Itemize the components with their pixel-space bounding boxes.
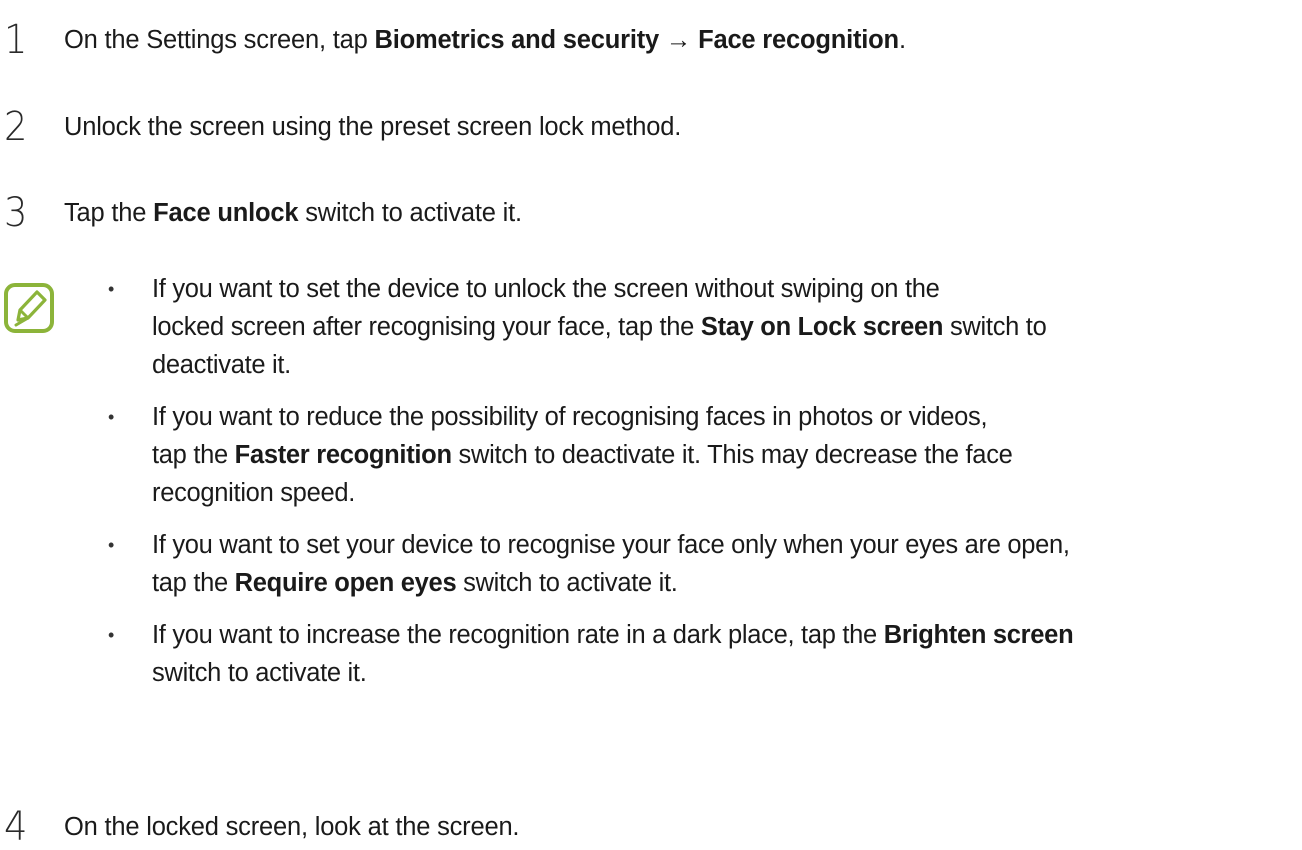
note-pencil-icon (4, 283, 54, 333)
menu-path-face-recognition: Face recognition (698, 26, 899, 54)
stay-on-lock-screen-label: Stay on Lock screen (700, 313, 944, 341)
face-unlock-label: Face unlock (153, 199, 299, 227)
bullet: • (108, 279, 115, 299)
list-item: • If you want to set your device to reco… (100, 526, 1300, 602)
list-item-line: locked screen after recognising your fac… (152, 313, 1047, 341)
step-text: Tap the Face unlock switch to activate i… (64, 199, 522, 227)
bullet: • (108, 625, 115, 645)
step-text: On the Settings screen, tap Biometrics a… (64, 26, 906, 54)
step-number: 1 (4, 17, 28, 63)
list-item-line: recognition speed. (152, 479, 355, 507)
require-open-eyes-label: Require open eyes (234, 569, 457, 597)
list-item-line: tap the Require open eyes switch to acti… (152, 569, 678, 597)
list-item-line: If you want to reduce the possibility of… (152, 403, 988, 431)
faster-recognition-label: Faster recognition (234, 441, 452, 469)
list-item-line: If you want to increase the recognition … (152, 621, 1074, 649)
list-item: • If you want to reduce the possibility … (100, 398, 1300, 512)
step-text: On the locked screen, look at the screen… (64, 813, 520, 841)
list-item-line: deactivate it. (152, 351, 291, 379)
step-text: Unlock the screen using the preset scree… (64, 113, 682, 141)
bullet: • (108, 535, 115, 555)
list-item: • If you want to increase the recognitio… (100, 616, 1300, 692)
step-number: 2 (4, 104, 28, 150)
list-item-line: If you want to set your device to recogn… (152, 531, 1070, 559)
list-item-line: tap the Faster recognition switch to dea… (152, 441, 1013, 469)
list-item-line: switch to activate it. (152, 659, 367, 687)
list-item-line: If you want to set the device to unlock … (152, 275, 940, 303)
list-item: • If you want to set the device to unloc… (100, 270, 1300, 384)
note-list: • If you want to set the device to unloc… (100, 270, 1300, 706)
step-number: 4 (4, 804, 28, 850)
bullet: • (108, 407, 115, 427)
step-number: 3 (4, 190, 28, 236)
menu-path-biometrics: Biometrics and security (374, 26, 660, 54)
brighten-screen-label: Brighten screen (883, 621, 1074, 649)
